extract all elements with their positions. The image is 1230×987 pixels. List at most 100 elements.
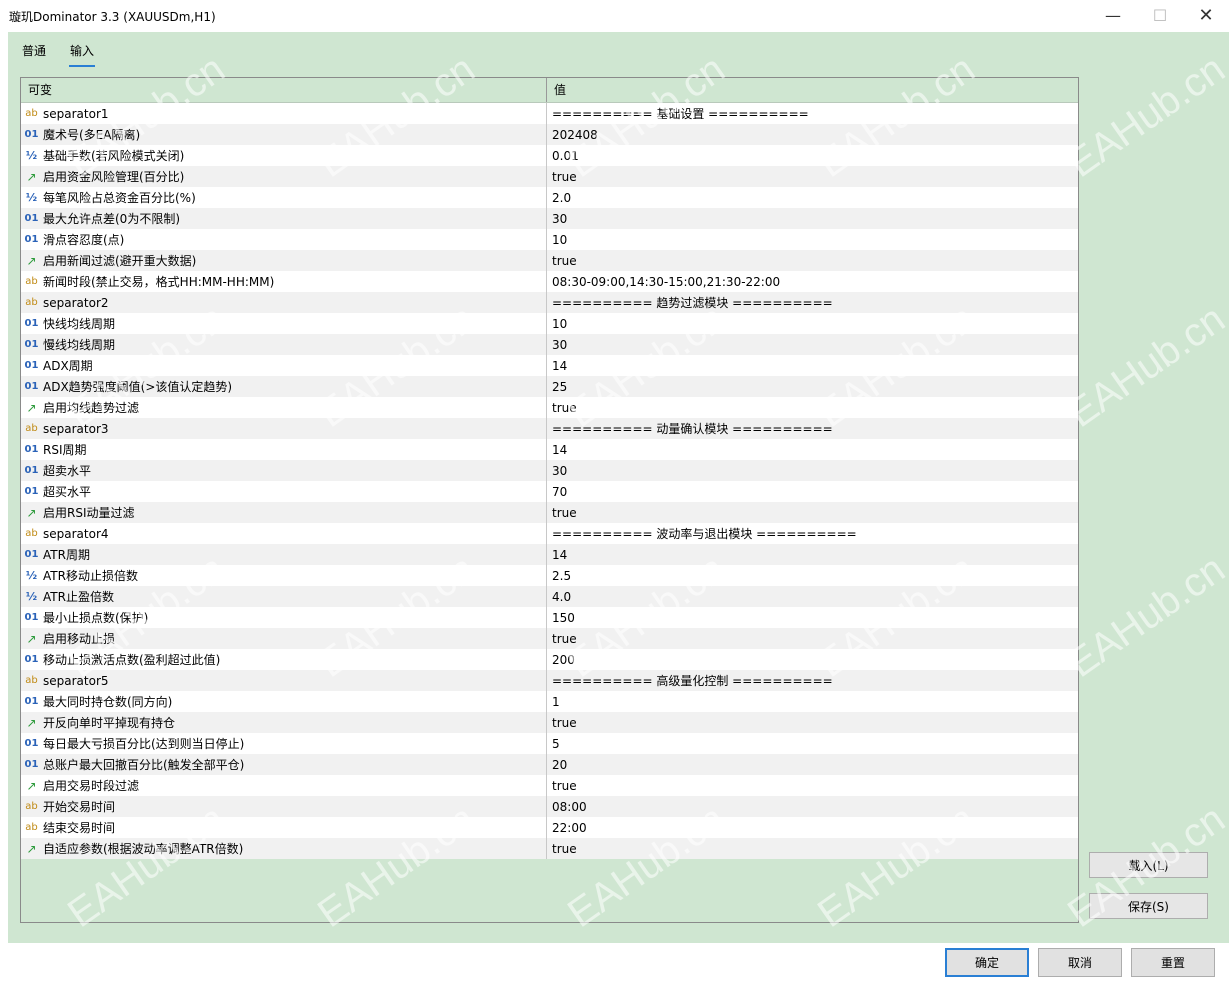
table-row[interactable]: 01 ADX周期 14 <box>21 355 1078 376</box>
parameter-value-cell[interactable]: 14 <box>547 355 1078 376</box>
parameter-value-cell[interactable]: true <box>547 166 1078 187</box>
table-row[interactable]: ↗ 启用新闻过滤(避开重大数据) true <box>21 250 1078 271</box>
parameter-value-cell[interactable]: 30 <box>547 208 1078 229</box>
table-row[interactable]: 01 快线均线周期 10 <box>21 313 1078 334</box>
table-row[interactable]: ab separator1 ========== 基础设置 ========== <box>21 103 1078 124</box>
table-row[interactable]: ↗ 启用资金风险管理(百分比) true <box>21 166 1078 187</box>
table-row[interactable]: 01 最小止损点数(保护) 150 <box>21 607 1078 628</box>
parameter-name: 快线均线周期 <box>43 317 116 331</box>
table-row[interactable]: 01 每日最大亏损百分比(达到则当日停止) 5 <box>21 733 1078 754</box>
parameter-value-cell[interactable]: 08:30-09:00,14:30-15:00,21:30-22:00 <box>547 271 1078 292</box>
table-row[interactable]: 01 移动止损激活点数(盈利超过此值) 200 <box>21 649 1078 670</box>
table-row[interactable]: 01 RSI周期 14 <box>21 439 1078 460</box>
parameter-name-cell: 01 最大同时持仓数(同方向) <box>21 691 547 712</box>
table-row[interactable]: 01 慢线均线周期 30 <box>21 334 1078 355</box>
table-row[interactable]: ab separator4 ========== 波动率与退出模块 ========… <box>21 523 1078 544</box>
parameter-name: 超买水平 <box>43 485 92 499</box>
parameter-value-cell[interactable]: true <box>547 250 1078 271</box>
parameter-name-cell: ab separator2 <box>21 292 547 313</box>
column-header-value[interactable]: 值 <box>547 78 1078 102</box>
bool-type-icon: ↗ <box>26 778 37 793</box>
double-type-icon: ½ <box>25 590 38 603</box>
parameter-name-cell: ↗ 启用新闻过滤(避开重大数据) <box>21 250 547 271</box>
column-header-name[interactable]: 可变 <box>21 78 547 102</box>
table-row[interactable]: 01 总账户最大回撤百分比(触发全部平仓) 20 <box>21 754 1078 775</box>
parameter-value-cell[interactable]: 5 <box>547 733 1078 754</box>
table-row[interactable]: 01 ATR周期 14 <box>21 544 1078 565</box>
parameter-name: 最大同时持仓数(同方向) <box>43 695 173 709</box>
parameter-value-cell[interactable]: 22:00 <box>547 817 1078 838</box>
table-row[interactable]: ↗ 启用均线趋势过滤 true <box>21 397 1078 418</box>
parameter-value-cell[interactable]: 2.0 <box>547 187 1078 208</box>
parameter-value-cell[interactable]: ========== 基础设置 ========== <box>547 103 1078 124</box>
ok-button[interactable]: 确定 <box>945 948 1029 977</box>
parameter-value-cell[interactable]: 150 <box>547 607 1078 628</box>
load-button[interactable]: 载入(L) <box>1089 852 1208 878</box>
table-row[interactable]: 01 超卖水平 30 <box>21 460 1078 481</box>
reset-button[interactable]: 重置 <box>1131 948 1215 977</box>
minimize-icon[interactable]: — <box>1090 0 1136 31</box>
parameter-value-cell[interactable]: true <box>547 838 1078 859</box>
tab-inputs[interactable]: 输入 <box>68 42 96 67</box>
table-row[interactable]: 01 最大允许点差(0为不限制) 30 <box>21 208 1078 229</box>
parameter-value-cell[interactable]: 14 <box>547 439 1078 460</box>
table-row[interactable]: 01 魔术号(多EA隔离) 202408 <box>21 124 1078 145</box>
parameter-value-cell[interactable]: 30 <box>547 334 1078 355</box>
table-row[interactable]: ab 开始交易时间 08:00 <box>21 796 1078 817</box>
tab-common[interactable]: 普通 <box>22 42 46 62</box>
parameter-value-cell[interactable]: 30 <box>547 460 1078 481</box>
bool-type-icon: ↗ <box>26 841 37 856</box>
integer-type-icon: 01 <box>24 486 39 497</box>
parameter-value-cell[interactable]: ========== 波动率与退出模块 ========== <box>547 523 1078 544</box>
table-row[interactable]: ½ ATR移动止损倍数 2.5 <box>21 565 1078 586</box>
parameter-value-cell[interactable]: ========== 高级量化控制 ========== <box>547 670 1078 691</box>
parameter-value-cell[interactable]: true <box>547 775 1078 796</box>
bool-type-icon: ↗ <box>26 400 37 415</box>
parameter-value-cell[interactable]: true <box>547 397 1078 418</box>
table-row[interactable]: ↗ 自适应参数(根据波动率调整ATR倍数) true <box>21 838 1078 859</box>
integer-type-icon: 01 <box>24 234 39 245</box>
table-row[interactable]: 01 最大同时持仓数(同方向) 1 <box>21 691 1078 712</box>
parameter-value-cell[interactable]: 20 <box>547 754 1078 775</box>
maximize-icon[interactable]: ☐ <box>1137 0 1183 31</box>
parameter-value-cell[interactable]: 14 <box>547 544 1078 565</box>
parameter-value-cell[interactable]: 2.5 <box>547 565 1078 586</box>
string-type-icon: ab <box>25 108 38 119</box>
table-row[interactable]: ab separator2 ========== 趋势过滤模块 ========== <box>21 292 1078 313</box>
parameter-value-cell[interactable]: 1 <box>547 691 1078 712</box>
table-row[interactable]: ½ 每笔风险占总资金百分比(%) 2.0 <box>21 187 1078 208</box>
cancel-button[interactable]: 取消 <box>1038 948 1122 977</box>
parameter-value-cell[interactable]: 70 <box>547 481 1078 502</box>
table-row[interactable]: ab separator3 ========== 动量确认模块 ========== <box>21 418 1078 439</box>
table-row[interactable]: ½ 基础手数(若风险模式关闭) 0.01 <box>21 145 1078 166</box>
table-row[interactable]: 01 ADX趋势强度阈值(>该值认定趋势) 25 <box>21 376 1078 397</box>
parameter-name-cell: ab separator5 <box>21 670 547 691</box>
table-row[interactable]: ↗ 启用RSI动量过滤 true <box>21 502 1078 523</box>
parameter-value-cell[interactable]: 4.0 <box>547 586 1078 607</box>
parameter-value-cell[interactable]: ========== 趋势过滤模块 ========== <box>547 292 1078 313</box>
parameter-value-cell[interactable]: 0.01 <box>547 145 1078 166</box>
table-row[interactable]: ↗ 启用移动止损 true <box>21 628 1078 649</box>
parameter-value-cell[interactable]: 25 <box>547 376 1078 397</box>
parameter-value-cell[interactable]: 10 <box>547 313 1078 334</box>
parameter-value-cell[interactable]: 08:00 <box>547 796 1078 817</box>
parameter-value-cell[interactable]: true <box>547 502 1078 523</box>
parameter-value-cell[interactable]: ========== 动量确认模块 ========== <box>547 418 1078 439</box>
parameter-name-cell: 01 ATR周期 <box>21 544 547 565</box>
table-row[interactable]: 01 滑点容忍度(点) 10 <box>21 229 1078 250</box>
parameter-value-cell[interactable]: 202408 <box>547 124 1078 145</box>
table-row[interactable]: 01 超买水平 70 <box>21 481 1078 502</box>
close-icon[interactable]: ✕ <box>1183 0 1229 31</box>
table-row[interactable]: ↗ 开反向单时平掉现有持仓 true <box>21 712 1078 733</box>
table-row[interactable]: ab separator5 ========== 高级量化控制 ========== <box>21 670 1078 691</box>
table-row[interactable]: ↗ 启用交易时段过滤 true <box>21 775 1078 796</box>
table-row[interactable]: ab 新闻时段(禁止交易，格式HH:MM-HH:MM) 08:30-09:00,14… <box>21 271 1078 292</box>
parameter-value-cell[interactable]: true <box>547 712 1078 733</box>
parameter-name-cell: ↗ 开反向单时平掉现有持仓 <box>21 712 547 733</box>
parameter-value-cell[interactable]: 200 <box>547 649 1078 670</box>
parameter-value-cell[interactable]: 10 <box>547 229 1078 250</box>
parameter-value-cell[interactable]: true <box>547 628 1078 649</box>
save-button[interactable]: 保存(S) <box>1089 893 1208 919</box>
table-row[interactable]: ½ ATR止盈倍数 4.0 <box>21 586 1078 607</box>
table-row[interactable]: ab 结束交易时间 22:00 <box>21 817 1078 838</box>
